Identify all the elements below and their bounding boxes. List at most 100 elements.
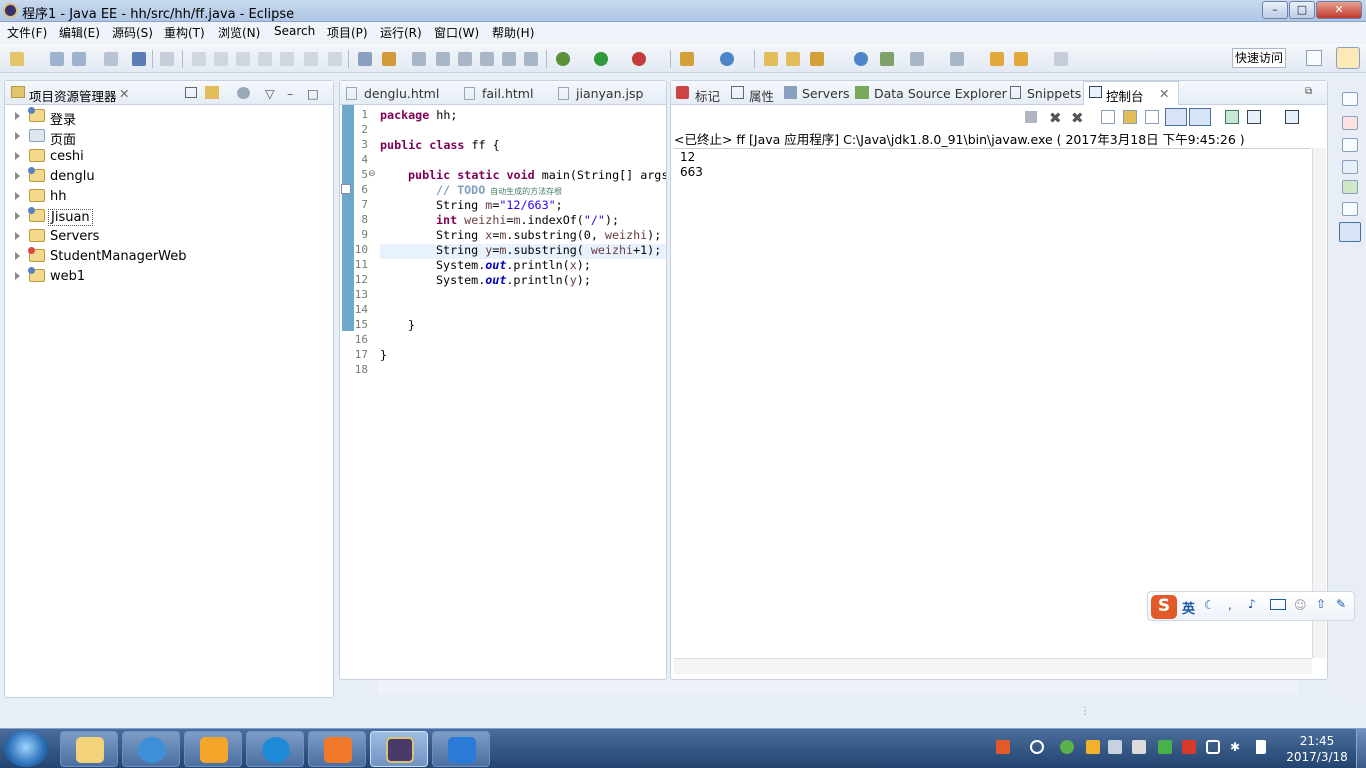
next-annotation-icon[interactable] [910, 52, 924, 66]
tree-item-denglu-cn[interactable]: 登录 [5, 107, 325, 128]
tool-d-icon[interactable] [480, 52, 494, 66]
maximize-button[interactable]: □ [1289, 1, 1315, 19]
clear-console-icon[interactable] [1101, 110, 1115, 124]
console-view-icon[interactable] [1339, 222, 1361, 242]
task-list-icon[interactable] [1342, 138, 1358, 152]
punctuation-icon[interactable]: , [1228, 598, 1232, 612]
taskbar-app-eclipse-java-ee[interactable] [370, 731, 428, 767]
remove-launch-icon[interactable]: ✖ [1049, 109, 1062, 127]
terminate-icon[interactable] [236, 52, 250, 66]
keyboard-icon[interactable] [1270, 599, 1286, 610]
signal-icon[interactable] [1252, 740, 1266, 754]
view-menu-icon[interactable]: ▽ [265, 86, 275, 101]
step-over-icon[interactable] [304, 52, 318, 66]
fold-icon[interactable]: ⊖ [368, 169, 376, 179]
close-tab-icon[interactable]: ✕ [1159, 86, 1169, 101]
pin-console-icon[interactable] [1225, 110, 1239, 124]
search-tool-icon[interactable] [810, 52, 824, 66]
quick-access-input[interactable]: 快速访问 [1232, 48, 1286, 68]
tree-item-hh[interactable]: hh [5, 187, 325, 207]
run-icon[interactable] [594, 52, 608, 66]
link-editor-icon[interactable] [205, 86, 219, 99]
bluetooth-icon[interactable]: ✱ [1230, 740, 1244, 754]
search-view-icon[interactable] [1342, 202, 1358, 216]
show-desktop-button[interactable] [1356, 729, 1366, 768]
tool-f-icon[interactable] [524, 52, 538, 66]
microphone-icon[interactable]: ♪ [1248, 597, 1256, 611]
taskbar-app-wps-presentation[interactable] [308, 731, 366, 767]
project-explorer-title[interactable]: 项目资源管理器 [29, 86, 117, 105]
code-area[interactable]: 1 2 3 4 5 6 7 8 9 10 11 12 13 14 15 16 1… [340, 81, 666, 679]
console-output[interactable]: 12 663 [674, 148, 1310, 658]
hierarchy-icon[interactable] [1342, 160, 1358, 174]
security-icon[interactable] [1158, 740, 1172, 754]
print-icon[interactable] [104, 52, 118, 66]
minimize-view-icon[interactable]: – [287, 86, 293, 101]
restore-icon[interactable] [1342, 92, 1358, 106]
debug-icon[interactable] [556, 52, 570, 66]
tree-item-servers[interactable]: Servers [5, 227, 325, 247]
skip-breakpoints-icon[interactable] [160, 52, 174, 66]
outline-icon[interactable] [1342, 116, 1358, 130]
upload-icon[interactable]: ⇧ [1316, 597, 1326, 611]
scroll-lock-icon[interactable] [1123, 110, 1137, 124]
forward-icon[interactable] [1054, 52, 1068, 66]
menu-search[interactable]: Search [274, 24, 315, 38]
taskbar-app-wps-writer[interactable] [432, 731, 490, 767]
tab-snippets[interactable]: Snippets [1027, 86, 1081, 101]
tree-item-yemian[interactable]: 页面 [5, 127, 325, 148]
terminal-icon[interactable] [132, 52, 146, 66]
minimize-view-icon[interactable]: ⧉ [1305, 86, 1312, 97]
taskbar-app-internet-explorer[interactable] [122, 731, 180, 767]
menu-help[interactable]: 帮助(H) [492, 24, 534, 41]
user-icon[interactable]: ☺ [1294, 598, 1307, 612]
ime-mode[interactable]: 英 [1182, 598, 1195, 617]
menu-file[interactable]: 文件(F) [7, 24, 47, 41]
tool-c-icon[interactable] [458, 52, 472, 66]
tree-item-ceshi[interactable]: ceshi [5, 147, 325, 167]
minimize-button[interactable]: – [1262, 1, 1288, 19]
filters-icon[interactable] [237, 87, 250, 99]
start-button[interactable] [4, 731, 48, 767]
debug-tool-icon[interactable] [382, 52, 396, 66]
new-server-icon[interactable] [680, 52, 694, 66]
tool-b-icon[interactable] [436, 52, 450, 66]
editor-horizontal-scrollbar[interactable] [378, 680, 1298, 694]
new-class-icon[interactable] [720, 52, 734, 66]
tool-a-icon[interactable] [412, 52, 426, 66]
tab-markers[interactable]: 标记 [695, 86, 720, 105]
run-external-icon[interactable] [632, 52, 646, 66]
tree-item-studentmanagerweb[interactable]: StudentManagerWeb [5, 247, 325, 267]
show-on-stderr-icon[interactable] [1189, 108, 1211, 126]
wifi-icon[interactable] [1030, 740, 1044, 754]
back-icon[interactable] [1014, 52, 1028, 66]
console-horizontal-scrollbar[interactable] [674, 658, 1312, 674]
tree-item-denglu[interactable]: denglu [5, 167, 325, 187]
java-ee-perspective-icon[interactable] [1336, 47, 1360, 69]
show-on-stdout-icon[interactable] [1165, 108, 1187, 126]
console-vertical-scrollbar[interactable] [1312, 148, 1326, 658]
close-tab-icon[interactable]: ✕ [119, 86, 129, 101]
toggle-mark-icon[interactable] [358, 52, 372, 66]
close-button[interactable]: ✕ [1316, 1, 1362, 19]
data-icon[interactable] [1342, 180, 1358, 194]
volume-icon[interactable] [1108, 740, 1122, 754]
menu-window[interactable]: 窗口(W) [434, 24, 479, 41]
open-type-icon[interactable] [764, 52, 778, 66]
menu-source[interactable]: 源码(S) [112, 24, 153, 41]
taskbar-clock[interactable]: 21:45 2017/3/18 [1282, 733, 1352, 765]
sogou-tray-icon[interactable] [996, 740, 1010, 754]
collapse-all-icon[interactable] [185, 87, 197, 98]
last-edit-icon[interactable] [990, 52, 1004, 66]
suspend-icon[interactable] [214, 52, 228, 66]
tab-data-source-explorer[interactable]: Data Source Explorer [874, 86, 1007, 101]
tab-console[interactable]: 控制台 [1106, 86, 1144, 105]
menu-project[interactable]: 项目(P) [327, 24, 368, 41]
butterfly-icon[interactable] [1182, 740, 1196, 754]
taskbar-app-skype[interactable] [246, 731, 304, 767]
menu-navigate[interactable]: 浏览(N) [218, 24, 260, 41]
save-icon[interactable] [50, 52, 64, 66]
disconnect-icon[interactable] [258, 52, 272, 66]
device-icon[interactable] [1132, 740, 1146, 754]
prev-annotation-icon[interactable] [950, 52, 964, 66]
